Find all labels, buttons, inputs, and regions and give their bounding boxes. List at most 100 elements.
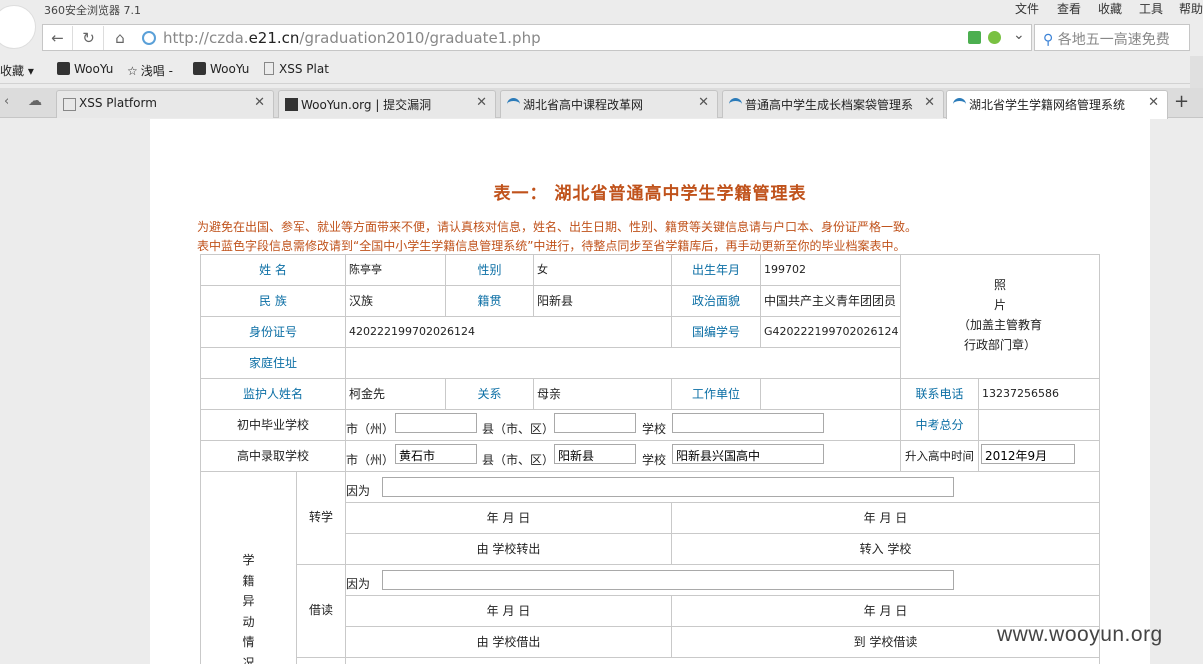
transfer-reason-input[interactable]: [382, 477, 954, 497]
transfer-out-date: 年 月 日: [346, 503, 672, 534]
tab-xss-platform[interactable]: XSS Platform ✕: [56, 90, 274, 118]
value-ethnic: 汉族: [346, 286, 446, 317]
unit-city: 市（州）: [346, 453, 395, 467]
bookmark-xss[interactable]: XSS Plat: [264, 62, 329, 76]
photo-line-2: 片: [993, 298, 1006, 312]
junior-school-input[interactable]: [672, 413, 824, 433]
site-icon: [953, 98, 966, 111]
transfer-in-school: 转入 学校: [672, 534, 1100, 565]
tab-strip: ‹ ☁ XSS Platform ✕ WooYun.org | 提交漏洞 ✕ 湖北省…: [0, 88, 1203, 119]
unit-school: 学校: [642, 453, 667, 467]
borrow-reason-input[interactable]: [382, 570, 954, 590]
label-address: 家庭住址: [201, 348, 346, 379]
page-icon: [63, 98, 76, 111]
tab-hubei-curriculum[interactable]: 湖北省高中课程改革网 ✕: [500, 90, 718, 118]
registry-form-table: 姓 名 陈亭亭 性别 女 出生年月 199702 照 片 （加盖主管教育 行政部…: [200, 254, 1100, 664]
label-native: 籍贯: [446, 286, 534, 317]
label-birth: 出生年月: [672, 254, 761, 286]
borrow-out-school: 由 学校借出: [346, 627, 672, 658]
qr-icon[interactable]: [968, 31, 981, 44]
site-icon: [507, 98, 520, 111]
cloud-icon[interactable]: ☁: [28, 93, 42, 109]
browser-title: 360安全浏览器 7.1: [44, 4, 141, 17]
transfer-reason-cell: 因为: [346, 472, 1100, 503]
next-section-cell: [346, 658, 1100, 664]
photo-line-4: 行政部门章）: [963, 338, 1036, 352]
menu-favorites[interactable]: 收藏: [1098, 0, 1122, 17]
home-icon[interactable]: ⌂: [105, 26, 135, 50]
star-icon: ☆: [127, 64, 138, 78]
bookmark-qianchang[interactable]: ☆ 浅唱 -: [127, 62, 173, 79]
bookmark-wooyun-1[interactable]: WooYu: [57, 62, 113, 76]
next-section-cell: [297, 658, 346, 664]
bookmark-wooyun-2[interactable]: WooYu: [193, 62, 249, 76]
unit-school: 学校: [642, 422, 667, 436]
bookmarks-bar: 收藏 ▾ WooYu ☆ 浅唱 - WooYu XSS Plat: [0, 56, 1203, 84]
label-idcard: 身份证号: [201, 317, 346, 348]
label-phone: 联系电话: [901, 379, 979, 410]
value-guardian: 柯金先: [346, 379, 446, 410]
label-zhongkao: 中考总分: [901, 410, 979, 441]
url-text[interactable]: http://czda.e21.cn/graduation2010/gradua…: [163, 29, 541, 47]
senior-school-input[interactable]: 阳新县兴国高中: [672, 444, 824, 464]
watermark: www.wooyun.org: [997, 623, 1163, 646]
transfer-out-school: 由 学校转出: [346, 534, 672, 565]
page-icon: [264, 62, 274, 75]
senior-city-input[interactable]: 黄石市: [395, 444, 477, 464]
close-icon[interactable]: ✕: [924, 95, 935, 110]
junior-county-input[interactable]: [554, 413, 636, 433]
tab-scroll-left-icon[interactable]: ‹: [4, 94, 9, 109]
photo-box: 照 片 （加盖主管教育 行政部门章）: [901, 254, 1100, 379]
label-nationalid: 国编学号: [672, 317, 761, 348]
label-transfer: 转学: [297, 472, 346, 565]
value-idcard: 420222199702026124: [346, 317, 672, 348]
senior-school-cell: 市（州） 黄石市 县（市、区） 阳新县 学校 阳新县兴国高中: [346, 441, 901, 472]
close-icon[interactable]: ✕: [254, 95, 265, 110]
menu-tools[interactable]: 工具: [1139, 0, 1163, 17]
value-zhongkao: [979, 410, 1100, 441]
wooyun-icon: [193, 62, 206, 75]
junior-city-input[interactable]: [395, 413, 477, 433]
search-input[interactable]: ⚲ 各地五一高速免费: [1034, 24, 1190, 51]
photo-line-3: （加盖主管教育: [957, 318, 1042, 332]
value-native: 阳新县: [534, 286, 672, 317]
value-political: 中国共产主义青年团团员: [761, 286, 901, 317]
value-relation: 母亲: [534, 379, 672, 410]
menu-file[interactable]: 文件: [1015, 0, 1039, 17]
label-status-change: 学 籍 异 动 情 况: [201, 472, 297, 664]
close-icon[interactable]: ✕: [1148, 95, 1159, 110]
label-junior-school: 初中毕业学校: [201, 410, 346, 441]
new-tab-button[interactable]: +: [1174, 91, 1189, 112]
unit-city: 市（州）: [346, 422, 395, 436]
tab-growth-archive[interactable]: 普通高中学生成长档案袋管理系统 ✕: [722, 90, 944, 118]
address-bar[interactable]: ← ↻ ⌂ http://czda.e21.cn/graduation2010/…: [42, 24, 1032, 51]
close-icon[interactable]: ✕: [698, 95, 709, 110]
unit-county: 县（市、区）: [482, 453, 555, 467]
close-icon[interactable]: ✕: [476, 95, 487, 110]
speed-icon[interactable]: [988, 31, 1001, 44]
reason-label: 因为: [346, 577, 371, 591]
menu-help[interactable]: 帮助: [1179, 0, 1203, 17]
globe-icon: [142, 31, 156, 45]
value-nationalid: G420222199702026124: [761, 317, 901, 348]
junior-school-cell: 市（州） 县（市、区） 学校: [346, 410, 901, 441]
tab-wooyun[interactable]: WooYun.org | 提交漏洞 ✕: [278, 90, 496, 118]
search-icon: ⚲: [1043, 32, 1054, 48]
value-address: [346, 348, 901, 379]
value-workplace: [761, 379, 901, 410]
label-name: 姓 名: [201, 254, 346, 286]
bookmark-favorites[interactable]: 收藏 ▾: [0, 62, 34, 79]
refresh-icon[interactable]: ↻: [74, 26, 104, 50]
enroll-time-cell: 2012年9月: [979, 441, 1100, 472]
browser-logo: [0, 5, 36, 49]
page-content: 表一： 湖北省普通高中学生学籍管理表 为避免在出国、参军、就业等方面带来不便，请…: [150, 119, 1150, 664]
enroll-time-input[interactable]: 2012年9月: [981, 444, 1075, 464]
back-icon[interactable]: ←: [43, 26, 73, 50]
menu-view[interactable]: 查看: [1057, 0, 1081, 17]
value-phone: 13237256586: [979, 379, 1100, 410]
senior-county-input[interactable]: 阳新县: [554, 444, 636, 464]
chevron-down-icon[interactable]: ⌄: [1013, 27, 1025, 43]
tab-student-registry[interactable]: 湖北省学生学籍网络管理系统 ✕: [946, 90, 1168, 119]
value-name: 陈亭亭: [346, 254, 446, 286]
value-birth: 199702: [761, 254, 901, 286]
